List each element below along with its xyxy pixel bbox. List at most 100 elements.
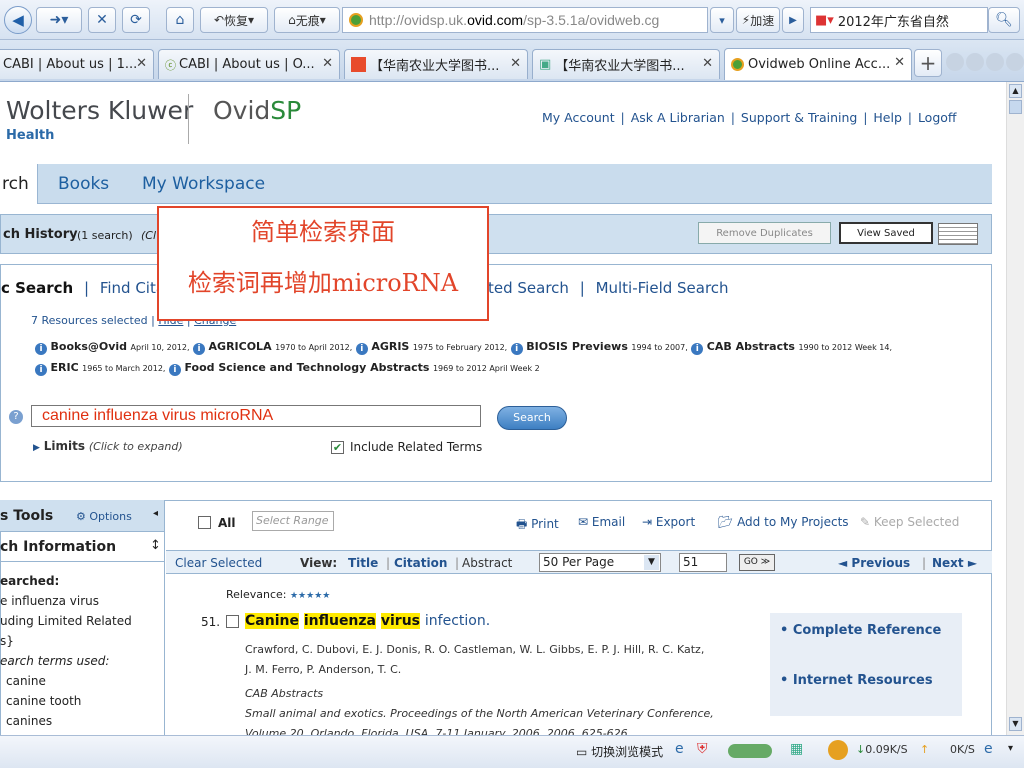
ie-icon[interactable]: e <box>675 741 684 757</box>
browse-mode-button[interactable]: ▭ 切换浏览模式 <box>576 743 663 760</box>
search-icon[interactable]: 🔍︎ <box>988 7 1020 33</box>
tab-library-1[interactable]: 【华南农业大学图书... ✕ <box>344 49 528 79</box>
chevron-down-icon[interactable]: ▾ <box>1008 743 1013 754</box>
email-button[interactable]: ✉ Email <box>578 515 625 529</box>
browser-search-input[interactable]: ■▾ 2012年广东省自然 <box>810 7 988 33</box>
info-icon[interactable]: i <box>355 343 368 355</box>
toggle-icon[interactable] <box>728 744 772 758</box>
nav-books[interactable]: Books <box>58 174 109 194</box>
options-link[interactable]: ⚙ Options <box>76 510 132 523</box>
stop-icon[interactable]: ✕ <box>88 7 116 33</box>
tab-scroll-controls <box>946 53 1024 71</box>
db-name: BIOSIS Previews <box>526 340 628 353</box>
select-all-checkbox[interactable] <box>198 516 211 529</box>
circle-icon[interactable] <box>966 53 984 71</box>
view-abstract-link[interactable]: Abstract <box>462 556 512 570</box>
go-button[interactable]: GO ≫ <box>739 554 775 571</box>
info-title[interactable]: ch Information <box>0 539 116 555</box>
info-icon[interactable]: i <box>168 364 181 376</box>
tab-basic-search[interactable]: c Search <box>1 279 73 297</box>
clear-selected-link[interactable]: Clear Selected <box>175 556 262 570</box>
shield-icon[interactable]: ⛨ <box>697 741 708 757</box>
circle-icon[interactable] <box>986 53 1004 71</box>
per-page-select[interactable]: 50 Per Page ▼ <box>539 553 661 572</box>
sort-icon[interactable]: ↕ <box>150 538 161 553</box>
support-training-link[interactable]: Support & Training <box>741 110 857 125</box>
restore-button[interactable]: ↶ 恢复 ▾ <box>200 7 268 33</box>
scroll-down-icon[interactable]: ▼ <box>1009 717 1022 731</box>
close-icon[interactable]: ✕ <box>894 55 905 70</box>
speed-icon[interactable] <box>828 740 848 760</box>
next-link[interactable]: Next ► <box>932 556 977 570</box>
page-scrollbar[interactable]: ▲ ▼ <box>1006 82 1024 735</box>
export-button[interactable]: ⇥ Export <box>642 515 695 529</box>
term-item[interactable]: canines <box>0 711 164 731</box>
help-icon[interactable]: ? <box>9 410 23 424</box>
circle-icon[interactable] <box>946 53 964 71</box>
logoff-link[interactable]: Logoff <box>918 110 957 125</box>
nav-search[interactable]: rch <box>2 174 29 194</box>
tab-advanced-search[interactable]: ted Search <box>488 279 569 297</box>
home-icon[interactable]: ⌂ <box>166 7 194 33</box>
tab-multi-field-search[interactable]: Multi-Field Search <box>596 279 729 297</box>
checkbox-checked-icon[interactable]: ✔ <box>331 440 344 454</box>
help-link[interactable]: Help <box>873 110 902 125</box>
my-account-link[interactable]: My Account <box>542 110 615 125</box>
select-range-input[interactable]: Select Range <box>252 511 334 531</box>
view-citation-link[interactable]: Citation <box>394 556 447 570</box>
tab-cabi-2[interactable]: ⓒ CABI | About us | O... ✕ <box>158 49 340 79</box>
tools-icon[interactable]: ▦ <box>790 741 803 757</box>
brand-logo[interactable]: Wolters Kluwer <box>6 96 193 125</box>
limits-toggle[interactable]: ▶ Limits (Click to expand) <box>33 439 183 453</box>
refresh-icon[interactable]: ⟳ <box>122 7 150 33</box>
ask-librarian-link[interactable]: Ask A Librarian <box>631 110 725 125</box>
scroll-up-icon[interactable]: ▲ <box>1009 84 1022 98</box>
collapse-icon[interactable]: ◂ <box>153 508 158 519</box>
add-to-projects-button[interactable]: 📂︎ Add to My Projects <box>718 515 849 529</box>
history-title[interactable]: ch History <box>3 227 78 242</box>
close-icon[interactable]: ✕ <box>702 56 713 71</box>
print-button[interactable]: 🖶 Print <box>516 515 559 536</box>
info-icon[interactable]: i <box>35 364 47 376</box>
info-icon[interactable]: i <box>35 343 47 355</box>
related-terms-checkbox[interactable]: ✔ Include Related Terms <box>331 440 482 454</box>
history-toggle-icon[interactable] <box>938 223 978 245</box>
address-dropdown-icon[interactable]: ▾ <box>710 7 734 33</box>
term-item[interactable]: canine tooth <box>0 691 164 711</box>
complete-reference-link[interactable]: • Complete Reference <box>780 623 941 638</box>
go-arrow-icon[interactable]: ▶ <box>782 7 804 33</box>
search-input[interactable]: canine influenza virus microRNA <box>31 405 481 427</box>
tab-cabi-1[interactable]: CABI | About us | 1... ✕ <box>0 49 154 79</box>
tools-title[interactable]: s Tools <box>0 508 53 524</box>
result-title[interactable]: Canine influenza virus infection. <box>245 613 490 629</box>
speed-button[interactable]: ⚡ 加速 <box>736 7 780 33</box>
previous-link[interactable]: ◄ Previous <box>838 556 910 570</box>
keep-selected-button[interactable]: ✎ Keep Selected <box>860 515 959 529</box>
info-icon[interactable]: i <box>510 343 523 355</box>
info-icon[interactable]: i <box>193 343 206 355</box>
tab-library-2[interactable]: ▣ 【华南农业大学图书... ✕ <box>532 49 720 79</box>
search-button[interactable]: Search <box>497 406 567 430</box>
page-number-input[interactable]: 51 <box>679 553 727 572</box>
view-title-link[interactable]: Title <box>348 556 378 570</box>
internet-resources-link[interactable]: • Internet Resources <box>780 673 933 688</box>
remove-duplicates-button[interactable]: Remove Duplicates <box>698 222 831 244</box>
chevron-down-icon[interactable]: ▼ <box>644 555 659 570</box>
address-bar[interactable]: http://ovidsp.uk. ovid.com/sp-3.5.1a/ovid… <box>342 7 708 33</box>
nav-my-workspace[interactable]: My Workspace <box>142 174 265 194</box>
close-icon[interactable]: ✕ <box>322 56 333 71</box>
tab-ovid[interactable]: Ovidweb Online Acc... ✕ <box>724 48 912 80</box>
result-checkbox[interactable] <box>226 615 239 628</box>
view-saved-button[interactable]: View Saved <box>839 222 933 244</box>
close-icon[interactable]: ✕ <box>136 56 147 71</box>
circle-icon[interactable] <box>1006 53 1024 71</box>
forward-button[interactable]: ➜▾ <box>36 7 82 33</box>
ie-icon[interactable]: e <box>984 741 993 757</box>
info-icon[interactable]: i <box>691 343 704 355</box>
noscript-button[interactable]: ⌂ 无痕 ▾ <box>274 7 340 33</box>
back-icon[interactable]: ◀ <box>4 6 32 34</box>
close-icon[interactable]: ✕ <box>510 56 521 71</box>
scroll-thumb[interactable] <box>1009 100 1022 114</box>
new-tab-icon[interactable]: + <box>914 49 942 77</box>
term-item[interactable]: canine <box>0 671 164 691</box>
